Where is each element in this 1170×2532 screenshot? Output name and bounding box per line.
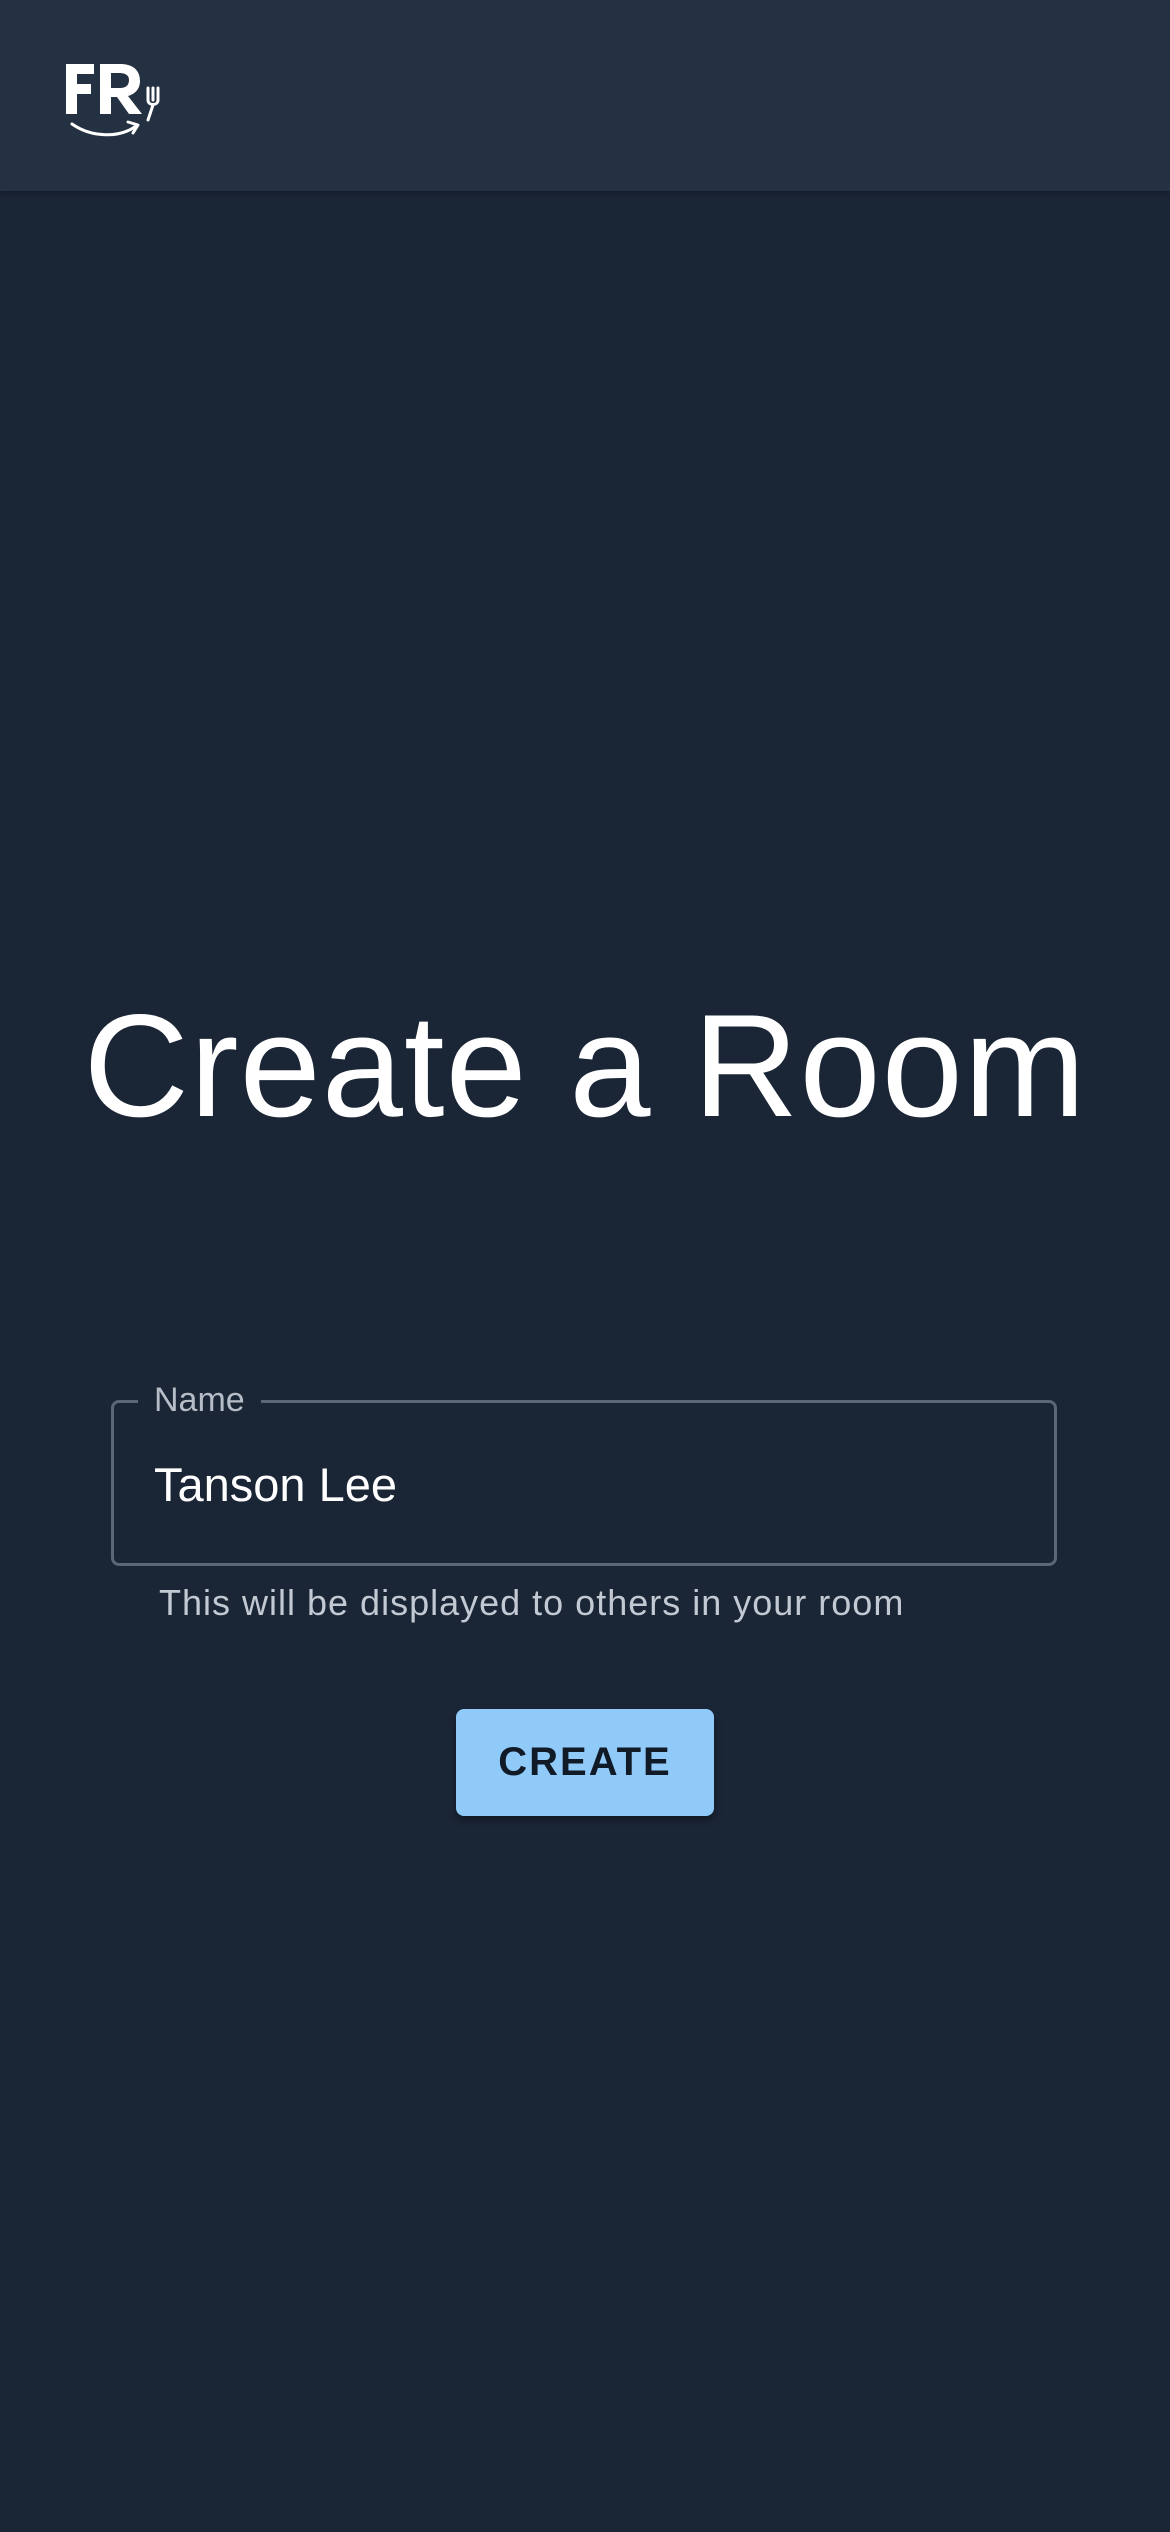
page-title: Create a Room	[83, 984, 1087, 1147]
fr-fork-logo-icon[interactable]	[62, 58, 166, 142]
name-input[interactable]	[154, 1445, 1014, 1525]
name-field[interactable]: Name	[111, 1375, 1057, 1566]
name-helper-text: This will be displayed to others in your…	[159, 1582, 905, 1623]
name-field-label: Name	[138, 1375, 261, 1425]
app-bar	[0, 0, 1170, 191]
main-content: Create a Room Name This will be displaye…	[0, 191, 1170, 2532]
create-button[interactable]: CREATE	[456, 1709, 714, 1816]
